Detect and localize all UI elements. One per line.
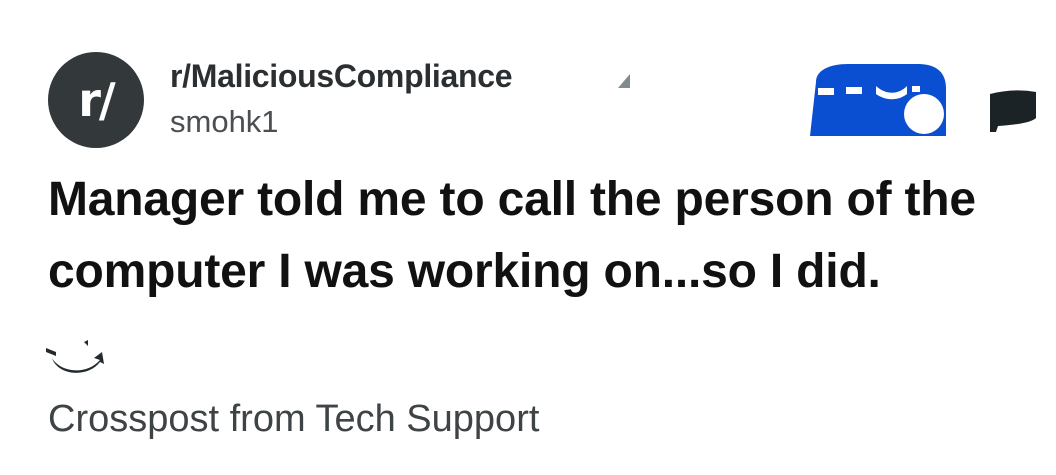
subreddit-name[interactable]: r/MaliciousCompliance [170, 58, 513, 95]
post-title[interactable]: Manager told me to call the person of th… [48, 164, 1048, 308]
blue-badge-icon [810, 64, 946, 136]
corner-triangle-icon [618, 74, 630, 88]
dark-flag-icon [990, 90, 1036, 132]
avatar-text: r/ [78, 73, 115, 127]
post-card[interactable]: r/ r/MaliciousCompliance smohk1 Manager … [0, 0, 1056, 475]
subreddit-avatar[interactable]: r/ [48, 52, 144, 148]
crosspost-icon [46, 340, 104, 373]
author-username[interactable]: smohk1 [170, 104, 279, 140]
crosspost-source-label[interactable]: Crosspost from Tech Support [48, 398, 539, 441]
